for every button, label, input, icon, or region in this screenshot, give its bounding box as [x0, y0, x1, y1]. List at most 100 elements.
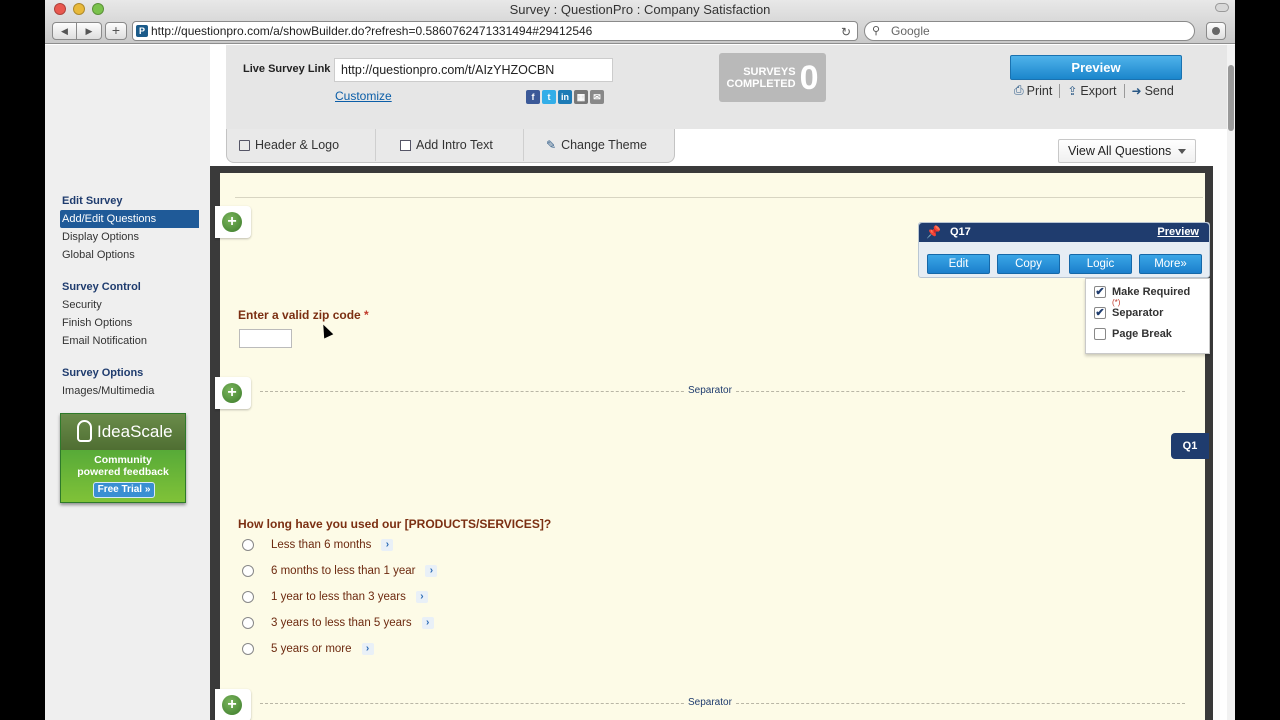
- settings-icon[interactable]: [1206, 22, 1226, 40]
- search-icon: ⚲: [872, 25, 881, 37]
- chevron-right-icon[interactable]: ›: [361, 643, 374, 655]
- zip-code-input[interactable]: [239, 329, 292, 348]
- export-link[interactable]: Export: [1080, 84, 1116, 98]
- make-required-option[interactable]: ✔ Make Required: [1094, 286, 1190, 298]
- back-button[interactable]: ◀: [52, 22, 77, 40]
- reload-icon[interactable]: ↻: [841, 23, 851, 41]
- required-asterisk: *: [364, 308, 369, 322]
- option-text: Less than 6 months: [271, 539, 372, 551]
- more-button[interactable]: More»: [1139, 254, 1202, 274]
- nav-buttons: ◀ ▶: [52, 22, 102, 40]
- free-trial-button[interactable]: Free Trial »: [93, 482, 155, 498]
- linkedin-icon[interactable]: in: [558, 90, 572, 104]
- address-text: http://questionpro.com/a/showBuilder.do?…: [151, 24, 593, 38]
- add-question-button[interactable]: +: [215, 689, 251, 720]
- live-survey-link-field[interactable]: http://questionpro.com/t/AIzYHZOCBN: [334, 58, 613, 82]
- radio-button[interactable]: [242, 565, 254, 577]
- ideascale-ad[interactable]: IdeaScale Community powered feedback Fre…: [60, 413, 186, 503]
- search-field[interactable]: ⚲ Google: [864, 21, 1195, 41]
- view-all-label: View All Questions: [1068, 144, 1172, 158]
- plus-icon: +: [222, 212, 242, 232]
- sidebar-item-finish-options[interactable]: Finish Options: [45, 314, 205, 332]
- tab-header-logo[interactable]: Header & Logo: [227, 129, 376, 161]
- address-bar[interactable]: P http://questionpro.com/a/showBuilder.d…: [132, 21, 858, 41]
- chevron-right-icon[interactable]: ›: [381, 539, 394, 551]
- sidebar-item-add-edit-questions[interactable]: Add/Edit Questions: [60, 210, 199, 228]
- send-icon: ➜: [1131, 83, 1142, 98]
- answer-option[interactable]: 3 years to less than 5 years ›: [242, 617, 434, 629]
- sidebar-item-security[interactable]: Security: [45, 296, 205, 314]
- add-question-button[interactable]: +: [215, 206, 251, 238]
- plus-icon: +: [222, 695, 242, 715]
- page-break-option[interactable]: Page Break: [1094, 328, 1172, 340]
- scrollbar-thumb[interactable]: [1228, 65, 1234, 131]
- radio-button[interactable]: [242, 643, 254, 655]
- required-mark: (*): [1112, 298, 1121, 307]
- scrollbar[interactable]: [1227, 45, 1235, 720]
- print-icon: ⎙: [1014, 83, 1024, 97]
- radio-button[interactable]: [242, 539, 254, 551]
- preview-button[interactable]: Preview: [1010, 55, 1182, 80]
- email-icon[interactable]: ✉: [590, 90, 604, 104]
- brush-icon: ✎: [546, 137, 557, 152]
- option-text: 1 year to less than 3 years: [271, 591, 406, 603]
- radio-button[interactable]: [242, 591, 254, 603]
- surveys-completed-label: SURVEYS COMPLETED: [727, 66, 796, 90]
- tagline-line: Community: [94, 454, 152, 466]
- add-question-button[interactable]: +: [215, 377, 251, 409]
- tab-add-intro-text[interactable]: Add Intro Text: [376, 129, 524, 161]
- forward-button[interactable]: ▶: [77, 22, 102, 40]
- sidebar-heading-survey-options: Survey Options: [62, 367, 144, 379]
- sidebar-item-display-options[interactable]: Display Options: [45, 228, 205, 246]
- twitter-icon[interactable]: t: [542, 90, 556, 104]
- sidebar-menu: Edit Survey Add/Edit Questions Display O…: [45, 192, 205, 400]
- option-label: Page Break: [1112, 328, 1172, 340]
- answer-option[interactable]: 5 years or more ›: [242, 643, 374, 655]
- duration-question-title: How long have you used our [PRODUCTS/SER…: [238, 517, 552, 531]
- chevron-right-icon[interactable]: ›: [425, 565, 438, 577]
- tab-change-theme[interactable]: ✎ Change Theme: [524, 129, 674, 161]
- separator-option[interactable]: ✔ Separator: [1094, 307, 1163, 319]
- copy-button[interactable]: Copy: [997, 254, 1060, 274]
- completed-label: COMPLETED: [726, 77, 796, 90]
- add-bookmark-button[interactable]: +: [105, 22, 127, 40]
- page-break-checkbox[interactable]: [1094, 328, 1106, 340]
- option-label: Separator: [1112, 307, 1164, 319]
- tab-label: Add Intro Text: [416, 138, 493, 152]
- qr-code-icon[interactable]: ▦: [574, 90, 588, 104]
- toolbar-toggle-icon[interactable]: [1215, 3, 1229, 12]
- facebook-icon[interactable]: f: [526, 90, 540, 104]
- site-favicon-icon: P: [136, 25, 148, 37]
- send-link[interactable]: Send: [1145, 84, 1174, 98]
- chevron-down-icon: [1178, 149, 1186, 154]
- customize-link[interactable]: Customize: [335, 89, 392, 103]
- make-required-checkbox[interactable]: ✔: [1094, 286, 1106, 298]
- answer-option[interactable]: 1 year to less than 3 years ›: [242, 591, 428, 603]
- sidebar-item-global-options[interactable]: Global Options: [45, 246, 205, 264]
- ideascale-logo: IdeaScale: [97, 422, 173, 441]
- question-text: Enter a valid zip code: [238, 308, 361, 322]
- separator-checkbox[interactable]: ✔: [1094, 307, 1106, 319]
- sidebar-item-images-multimedia[interactable]: Images/Multimedia: [45, 382, 205, 400]
- answer-option[interactable]: Less than 6 months ›: [242, 539, 394, 551]
- pin-icon[interactable]: 📌: [926, 225, 941, 239]
- question-preview-link[interactable]: Preview: [1157, 226, 1199, 238]
- chevron-right-icon[interactable]: ›: [421, 617, 434, 629]
- print-link[interactable]: Print: [1027, 84, 1053, 98]
- plus-icon: +: [222, 383, 242, 403]
- option-text: 5 years or more: [271, 643, 352, 655]
- divider: [1059, 83, 1061, 98]
- edit-button[interactable]: Edit: [927, 254, 990, 274]
- divider: [1123, 83, 1125, 98]
- radio-button[interactable]: [242, 617, 254, 629]
- title-bar: Survey : QuestionPro : Company Satisfact…: [45, 0, 1235, 44]
- question-tag-q1[interactable]: Q1: [1171, 433, 1209, 459]
- logic-button[interactable]: Logic: [1069, 254, 1132, 274]
- view-all-questions-dropdown[interactable]: View All Questions: [1058, 139, 1196, 163]
- answer-option[interactable]: 6 months to less than 1 year ›: [242, 565, 438, 577]
- chevron-right-icon[interactable]: ›: [415, 591, 428, 603]
- export-icon: ⇪: [1067, 83, 1078, 98]
- sidebar-item-email-notification[interactable]: Email Notification: [45, 332, 205, 350]
- surveys-completed-badge: SURVEYS COMPLETED 0: [719, 53, 826, 102]
- live-survey-link-label: Live Survey Link: [243, 63, 331, 75]
